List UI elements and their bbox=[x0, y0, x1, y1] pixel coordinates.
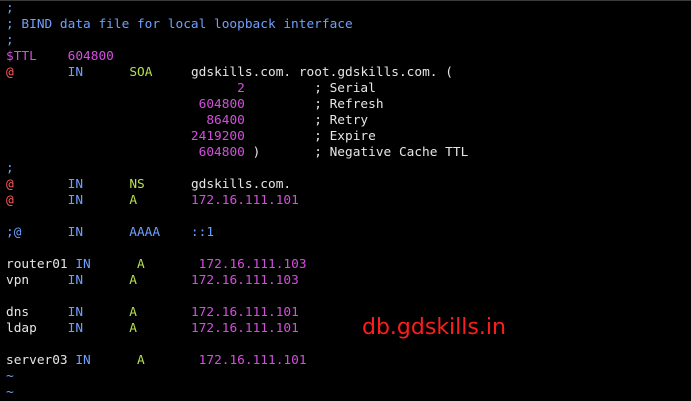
terminal-text-segment: IN bbox=[75, 257, 91, 272]
terminal-text-segment: 604800 bbox=[67, 49, 114, 64]
terminal-text-segment: router01 bbox=[6, 257, 76, 272]
terminal-line: @ IN A 172.16.111.101 bbox=[6, 193, 299, 209]
terminal-text-segment: 172.16.111.101 bbox=[190, 321, 299, 336]
terminal-text-segment: A bbox=[129, 321, 138, 336]
terminal-line: ~ bbox=[6, 385, 14, 401]
terminal-line: ;@ IN AAAA ::1 bbox=[6, 225, 214, 241]
terminal-text-segment: ; Serial bbox=[244, 81, 376, 96]
terminal-line: ; BIND data file for local loopback inte… bbox=[6, 17, 353, 33]
terminal-text-segment: A bbox=[137, 257, 145, 272]
terminal-line: server03 IN A 172.16.111.101 bbox=[6, 353, 307, 369]
terminal-text-segment: @ bbox=[6, 193, 14, 208]
terminal-text-segment: server03 bbox=[6, 353, 76, 368]
terminal-text-segment: dns bbox=[6, 305, 68, 320]
terminal-text-segment: ; Refresh bbox=[244, 97, 384, 112]
terminal-text-segment: IN bbox=[67, 305, 84, 320]
terminal-line: @ IN SOA gdskills.com. root.gdskills.com… bbox=[6, 65, 453, 81]
terminal-text-segment: A bbox=[129, 305, 138, 320]
terminal-text-segment: ~ bbox=[6, 385, 14, 400]
terminal-text-segment: 604800 bbox=[198, 97, 245, 112]
terminal-text-segment: IN bbox=[67, 193, 84, 208]
terminal-text-segment: IN bbox=[67, 65, 84, 80]
terminal-line: ~ bbox=[6, 369, 14, 385]
terminal-text-segment: 2419200 bbox=[190, 129, 245, 144]
terminal-line: $TTL 604800 bbox=[6, 49, 114, 65]
terminal-line: 2419200 ; Expire bbox=[6, 129, 376, 145]
terminal-line: ; bbox=[6, 1, 14, 17]
terminal-text-segment: 2 bbox=[237, 81, 245, 96]
terminal-text-segment: ) ; Negative Cache TTL bbox=[244, 145, 469, 160]
terminal-text-segment: IN bbox=[67, 177, 84, 192]
terminal-line: 2 ; Serial bbox=[6, 81, 376, 97]
terminal-text-segment: IN bbox=[67, 321, 84, 336]
terminal-text-segment: ;@ IN AAAA ::1 bbox=[6, 225, 215, 240]
terminal-text-segment: 172.16.111.101 bbox=[190, 305, 299, 320]
terminal-text-segment: ; Retry bbox=[244, 113, 369, 128]
terminal-text-segment: IN bbox=[67, 273, 84, 288]
terminal-line: ldap IN A 172.16.111.101 bbox=[6, 321, 299, 337]
terminal-text-segment: A bbox=[137, 353, 145, 368]
terminal-text-segment: ; BIND data file for local loopback inte… bbox=[6, 17, 353, 32]
terminal-line: @ IN NS gdskills.com. bbox=[6, 177, 291, 193]
terminal-text-segment: 604800 bbox=[198, 145, 245, 160]
terminal-text-segment: 86400 bbox=[206, 113, 245, 128]
terminal-line: vpn IN A 172.16.111.103 bbox=[6, 273, 299, 289]
terminal-text-segment: 172.16.111.101 bbox=[190, 193, 299, 208]
terminal-text-segment: ; Expire bbox=[244, 129, 376, 144]
terminal-text-segment: ; bbox=[6, 33, 14, 48]
terminal-text-segment: gdskills.com. bbox=[144, 177, 292, 192]
terminal-text-segment: A bbox=[129, 193, 138, 208]
terminal-text-segment: 172.16.111.103 bbox=[198, 257, 307, 272]
watermark-text: db.gdskills.in bbox=[362, 315, 506, 340]
terminal-text-segment: SOA bbox=[129, 65, 153, 80]
terminal-text-segment: ~ bbox=[6, 369, 14, 384]
terminal-line: ; bbox=[6, 161, 14, 177]
terminal-text-segment: ; bbox=[6, 1, 14, 16]
terminal-text-segment: NS bbox=[129, 177, 145, 192]
terminal-line: dns IN A 172.16.111.101 bbox=[6, 305, 299, 321]
terminal-text-segment: IN bbox=[75, 353, 91, 368]
terminal-line: router01 IN A 172.16.111.103 bbox=[6, 257, 307, 273]
terminal-text-segment: 172.16.111.101 bbox=[198, 353, 307, 368]
terminal-text-segment: $TTL bbox=[6, 49, 68, 64]
terminal-text-segment: ldap bbox=[6, 321, 68, 336]
terminal-text-segment: @ bbox=[6, 177, 14, 192]
terminal-line: 604800 ; Refresh bbox=[6, 97, 384, 113]
terminal-line: ; bbox=[6, 33, 14, 49]
terminal-line: 604800 ) ; Negative Cache TTL bbox=[6, 145, 469, 161]
terminal-text-segment: vpn bbox=[6, 273, 68, 288]
terminal-text-segment: gdskills.com. root.gdskills.com. ( bbox=[152, 65, 453, 80]
terminal-text-segment: 172.16.111.103 bbox=[190, 273, 299, 288]
terminal-text-segment: A bbox=[129, 273, 138, 288]
terminal-text-segment: ; bbox=[6, 161, 14, 176]
terminal-window[interactable]: ;; BIND data file for local loopback int… bbox=[0, 0, 691, 400]
terminal-line: 86400 ; Retry bbox=[6, 113, 368, 129]
terminal-text-segment: @ bbox=[6, 65, 14, 80]
